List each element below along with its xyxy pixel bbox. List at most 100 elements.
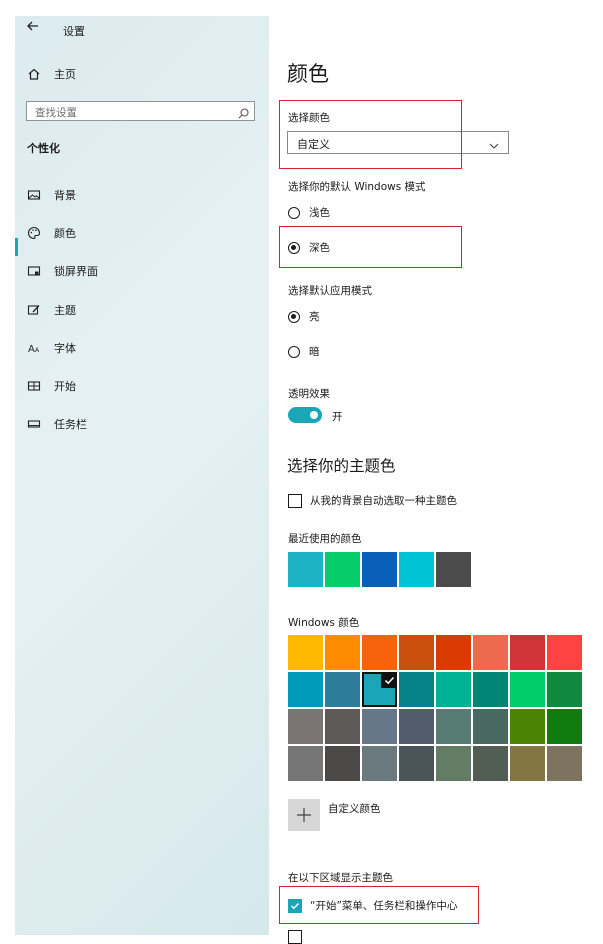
windows-mode-dark-radio[interactable]: 深色 [288,240,330,255]
windows-color-swatch[interactable] [510,635,545,670]
windows-color-swatch[interactable] [547,746,582,781]
recent-colors-grid [288,552,473,588]
recent-colors-label: 最近使用的颜色 [288,533,362,545]
windows-mode-light-radio[interactable]: 浅色 [288,205,330,220]
recent-color-swatch[interactable] [399,552,434,587]
sidebar-item-lock-screen[interactable]: 锁屏界面 [15,259,269,283]
windows-color-swatch-selected[interactable] [362,672,397,707]
recent-color-swatch[interactable] [436,552,471,587]
search-input[interactable]: 查找设置 [26,101,255,121]
windows-color-swatch[interactable] [325,746,360,781]
windows-color-swatch[interactable] [547,635,582,670]
radio-button[interactable] [288,345,300,358]
sidebar-item-themes[interactable]: 主题 [15,298,269,322]
home-icon [25,65,43,83]
windows-colors-label: Windows 颜色 [288,617,360,629]
radio-button-selected[interactable] [288,310,300,323]
chevron-down-icon [488,137,500,149]
radio-label: 暗 [309,346,320,358]
windows-color-swatch[interactable] [436,635,471,670]
windows-color-swatch[interactable] [547,672,582,707]
transparency-state: 开 [332,411,343,423]
recent-color-swatch[interactable] [362,552,397,587]
windows-color-swatch[interactable] [473,709,508,744]
windows-color-swatch[interactable] [399,746,434,781]
show-accent-label: 在以下区域显示主题色 [288,872,393,884]
sidebar-item-label: 主题 [54,304,76,317]
checkmark-icon [381,672,397,688]
start-taskbar-accent-checkbox-row[interactable]: “开始”菜单、任务栏和操作中心 [288,898,457,913]
sidebar-item-taskbar[interactable]: 任务栏 [15,412,269,436]
windows-color-swatch[interactable] [510,709,545,744]
windows-color-swatch[interactable] [510,746,545,781]
radio-label: 深色 [309,242,330,254]
search-icon[interactable] [237,105,250,119]
search-placeholder: 查找设置 [35,107,77,119]
picture-icon [25,186,43,204]
title-bar-accent-checkbox[interactable] [288,930,302,944]
windows-color-swatch[interactable] [510,672,545,707]
section-label: 个性化 [27,142,60,155]
windows-color-swatch[interactable] [288,709,323,744]
choose-color-dropdown[interactable]: 自定义 [287,131,509,154]
home-label: 主页 [54,68,76,81]
windows-colors-grid [288,635,582,783]
windows-color-swatch[interactable] [325,709,360,744]
start-taskbar-accent-label: “开始”菜单、任务栏和操作中心 [310,900,458,912]
windows-color-swatch[interactable] [362,635,397,670]
sidebar-item-home[interactable]: 主页 [15,62,269,86]
windows-color-swatch[interactable] [436,746,471,781]
windows-color-swatch[interactable] [473,635,508,670]
auto-accent-checkbox-row[interactable]: 从我的背景自动选取一种主题色 [288,493,457,508]
windows-color-swatch[interactable] [362,746,397,781]
taskbar-icon [25,415,43,433]
sidebar-item-colors[interactable]: 颜色 [15,221,269,245]
custom-color-button[interactable] [288,799,320,831]
app-mode-label: 选择默认应用模式 [288,285,372,297]
transparency-toggle[interactable] [288,407,322,423]
windows-color-swatch[interactable] [547,709,582,744]
choose-color-value: 自定义 [297,138,330,151]
start-grid-icon [25,377,43,395]
palette-icon [25,224,43,242]
settings-sidebar: 设置 主页 查找设置 个性化 背景 颜色 锁屏界面 主题 A A 字体 开始 任… [15,16,269,935]
sidebar-item-start[interactable]: 开始 [15,374,269,398]
app-mode-dark-radio[interactable]: 暗 [288,344,320,359]
checkmark-icon [291,902,300,909]
windows-color-swatch[interactable] [473,672,508,707]
start-taskbar-accent-checkbox[interactable] [288,898,302,913]
radio-label: 浅色 [309,207,330,219]
radio-button[interactable] [288,206,300,219]
windows-color-swatch[interactable] [399,672,434,707]
back-arrow-icon[interactable] [25,18,41,34]
recent-color-swatch[interactable] [325,552,360,587]
windows-color-swatch[interactable] [362,709,397,744]
auto-accent-checkbox[interactable] [288,493,302,508]
choose-color-label: 选择颜色 [288,112,330,124]
recent-color-swatch[interactable] [288,552,323,587]
windows-color-swatch[interactable] [436,672,471,707]
windows-color-swatch[interactable] [288,746,323,781]
plus-icon [296,807,312,827]
windows-color-swatch[interactable] [399,709,434,744]
windows-color-swatch[interactable] [473,746,508,781]
font-icon: AA [25,339,43,357]
theme-brush-icon [25,301,43,319]
windows-color-swatch[interactable] [325,672,360,707]
sidebar-item-background[interactable]: 背景 [15,183,269,207]
radio-label: 亮 [309,311,320,323]
svg-text:A: A [28,344,35,355]
svg-text:A: A [35,347,40,354]
lock-screen-icon [25,262,43,280]
windows-color-swatch[interactable] [288,672,323,707]
windows-color-swatch[interactable] [399,635,434,670]
windows-color-swatch[interactable] [325,635,360,670]
windows-color-swatch[interactable] [436,709,471,744]
windows-mode-label: 选择你的默认 Windows 模式 [288,181,426,193]
sidebar-item-fonts[interactable]: AA 字体 [15,336,269,360]
sidebar-item-label: 开始 [54,380,76,393]
windows-color-swatch[interactable] [288,635,323,670]
radio-button-selected[interactable] [288,241,300,254]
app-mode-light-radio[interactable]: 亮 [288,309,320,324]
custom-color-label[interactable]: 自定义颜色 [328,801,381,816]
